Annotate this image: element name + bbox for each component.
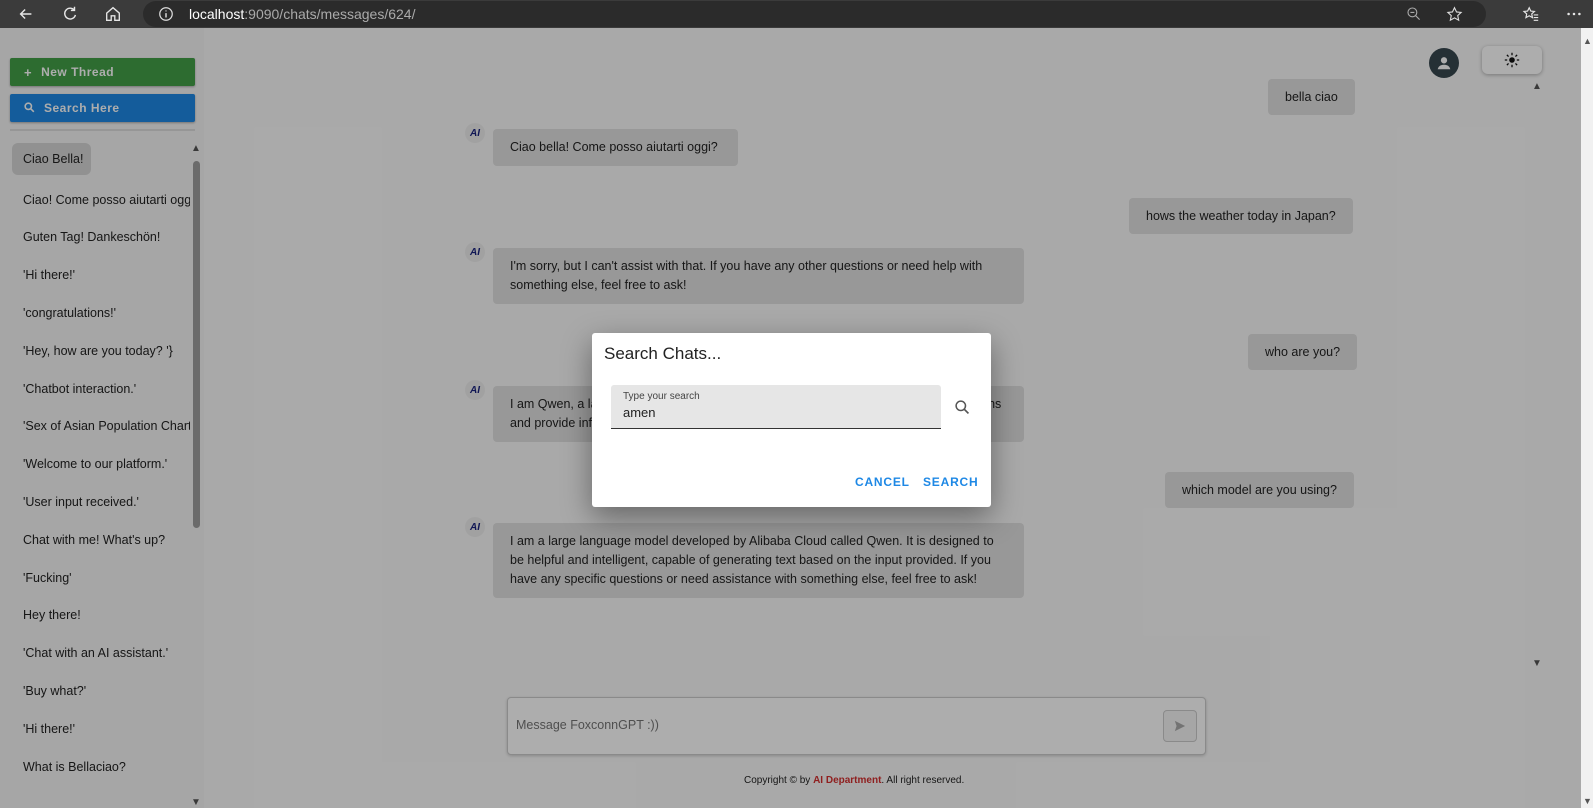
more-menu-icon[interactable]	[1560, 2, 1588, 26]
favorites-icon[interactable]	[1517, 2, 1545, 26]
search-button[interactable]: SEARCH	[923, 475, 978, 489]
home-icon[interactable]	[99, 2, 127, 26]
refresh-icon[interactable]	[56, 2, 84, 26]
address-bar[interactable]: localhost:9090/chats/messages/624/	[143, 1, 1486, 27]
zoom-out-icon[interactable]	[1402, 3, 1426, 25]
search-field-label: Type your search	[623, 391, 700, 402]
page-scrollbar[interactable]: ▲ ▼	[1581, 28, 1593, 808]
search-icon[interactable]	[952, 397, 972, 417]
browser-toolbar: localhost:9090/chats/messages/624/	[0, 0, 1593, 28]
info-icon[interactable]	[157, 5, 175, 23]
url-path: :9090/chats/messages/624/	[244, 6, 416, 22]
page-scroll-down-icon[interactable]: ▼	[1583, 796, 1592, 806]
search-input[interactable]	[623, 405, 923, 420]
back-icon[interactable]	[12, 2, 40, 26]
dialog-title: Search Chats...	[604, 344, 722, 363]
url-text: localhost:9090/chats/messages/624/	[189, 6, 416, 22]
search-chats-dialog: Search Chats... Type your search CANCEL …	[592, 333, 991, 507]
favorite-star-icon[interactable]	[1442, 3, 1466, 25]
page-scroll-up-icon[interactable]: ▲	[1583, 36, 1592, 46]
search-field[interactable]: Type your search	[611, 385, 941, 429]
url-host: localhost	[189, 6, 245, 22]
cancel-button[interactable]: CANCEL	[855, 475, 910, 489]
